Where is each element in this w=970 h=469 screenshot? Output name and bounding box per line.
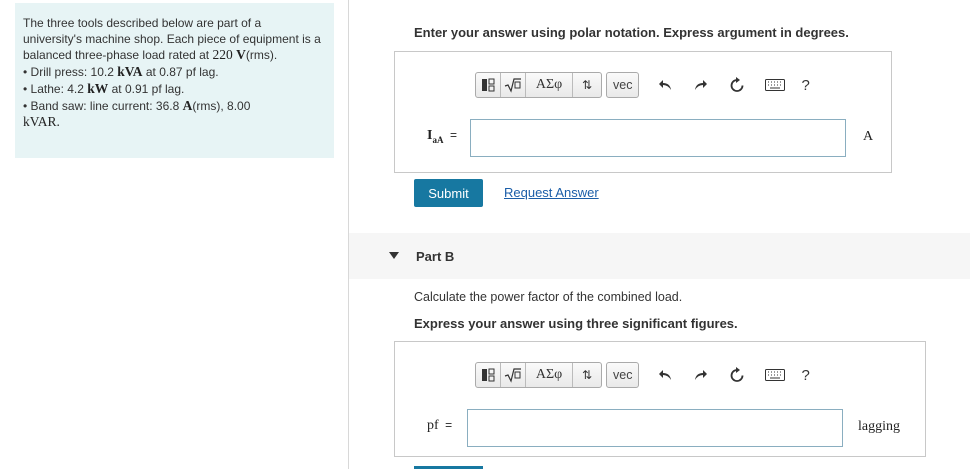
request-answer-link[interactable]: Request Answer (504, 185, 599, 200)
band-saw-item: • Band saw: line current: 36.8 A(rms), 8… (23, 98, 323, 130)
greek-button[interactable]: ΑΣφ (526, 363, 573, 387)
part-b-title: Part B (416, 249, 455, 264)
undo-button[interactable] (655, 365, 675, 385)
lathe-suffix: at 0.91 pf lag. (111, 81, 185, 96)
part-a-variable: IaA = (427, 128, 457, 145)
lathe-unit: kW (87, 80, 109, 96)
keyboard-icon (765, 79, 786, 91)
lathe-text: • Lathe: 4.2 (23, 81, 84, 96)
voltage-suffix: (rms). (245, 48, 278, 63)
greek-button[interactable]: ΑΣφ (526, 73, 573, 97)
part-a-answer-box: ΑΣφ ⇅ vec ? IaA = A (394, 51, 892, 173)
keyboard-icon (765, 369, 786, 381)
equals-sign: = (449, 128, 457, 142)
part-b-toolbar: ΑΣφ ⇅ vec ? (475, 362, 810, 388)
fraction-template-icon (482, 368, 495, 382)
undo-button[interactable] (655, 75, 675, 95)
sqrt-icon (504, 368, 521, 383)
part-b-answer-box: ΑΣφ ⇅ vec ? pf = lagging (394, 341, 926, 457)
math-template-group: ΑΣφ ⇅ (475, 72, 602, 98)
arrows-button[interactable]: ⇅ (573, 363, 601, 387)
part-b-unit: lagging (858, 419, 900, 434)
band-saw-unit: A (182, 97, 193, 113)
keyboard-button[interactable] (765, 75, 786, 95)
vec-button[interactable]: vec (606, 362, 640, 388)
part-a-unit: A (863, 129, 874, 144)
equals-sign: = (445, 418, 453, 432)
voltage-unit: V (236, 47, 246, 63)
part-b-question: Calculate the power factor of the combin… (414, 290, 683, 304)
band-saw-kvar: kVAR. (23, 114, 60, 130)
reset-icon (731, 367, 744, 382)
sqrt-button[interactable] (501, 73, 526, 97)
help-button[interactable]: ? (801, 367, 809, 384)
part-b-variable: pf = (427, 418, 452, 434)
problem-panel: The three tools described below are part… (15, 3, 334, 158)
pf-symbol: pf (427, 418, 439, 433)
math-template-group: ΑΣφ ⇅ (475, 362, 602, 388)
redo-button[interactable] (691, 365, 711, 385)
part-a-toolbar: ΑΣφ ⇅ vec ? (475, 72, 810, 98)
undo-icon (659, 370, 672, 380)
redo-icon (695, 80, 708, 90)
undo-icon (659, 80, 672, 90)
variable-subscript: aA (432, 134, 444, 145)
part-b-instruction: Express your answer using three signific… (414, 316, 738, 331)
sqrt-button[interactable] (501, 363, 526, 387)
voltage-value: 220 (212, 47, 233, 63)
sqrt-icon (504, 78, 521, 93)
template-button[interactable] (476, 363, 501, 387)
submit-button[interactable]: Submit (414, 179, 483, 207)
keyboard-button[interactable] (765, 365, 786, 385)
redo-button[interactable] (691, 75, 711, 95)
collapse-caret-icon[interactable] (389, 252, 399, 259)
vec-button[interactable]: vec (606, 72, 640, 98)
fraction-template-icon (482, 78, 495, 92)
part-a-answer-input[interactable] (470, 119, 846, 157)
reset-button[interactable] (727, 75, 747, 95)
band-saw-suffix: (rms), 8.00 (192, 98, 251, 113)
redo-icon (695, 370, 708, 380)
reset-button[interactable] (727, 365, 747, 385)
part-a-instruction: Enter your answer using polar notation. … (414, 25, 849, 40)
problem-text: The three tools described below are part… (23, 16, 323, 130)
reset-icon (731, 77, 744, 92)
drill-press-unit: kVA (117, 64, 143, 80)
help-button[interactable]: ? (801, 77, 809, 94)
template-button[interactable] (476, 73, 501, 97)
band-saw-text: • Band saw: line current: 36.8 (23, 98, 180, 113)
drill-press-suffix: at 0.87 pf lag. (145, 65, 219, 80)
part-b-answer-input[interactable] (467, 409, 843, 447)
drill-press-item: • Drill press: 10.2 kVA at 0.87 pf lag. (23, 64, 323, 81)
lathe-item: • Lathe: 4.2 kW at 0.91 pf lag. (23, 81, 323, 98)
drill-press-text: • Drill press: 10.2 (23, 65, 114, 80)
arrows-button[interactable]: ⇅ (573, 73, 601, 97)
